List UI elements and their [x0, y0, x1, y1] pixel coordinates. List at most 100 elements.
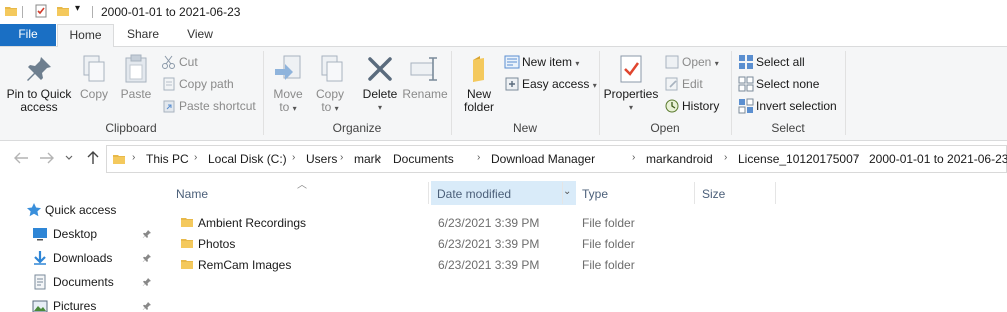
new-item-icon — [504, 55, 520, 69]
nav-desktop[interactable]: Desktop — [32, 223, 160, 245]
copy-to-icon — [321, 55, 343, 82]
open-group: Properties ▾ Open ▾ Edit History Open — [600, 47, 730, 140]
file-name: Photos — [198, 237, 236, 251]
tab-share[interactable]: Share — [115, 24, 171, 46]
paste-button[interactable]: Paste — [116, 53, 156, 101]
organize-group-label: Organize — [332, 121, 382, 135]
breadcrumb-item[interactable]: License_10120175007 — [738, 152, 859, 166]
file-name: Ambient Recordings — [198, 216, 307, 230]
properties-button[interactable]: Properties ▾ — [602, 53, 660, 114]
copy-button[interactable]: Copy — [74, 53, 114, 101]
table-row[interactable]: Ambient Recordings 6/23/2021 3:39 PM Fil… — [170, 212, 790, 233]
pin-to-quick-access-button[interactable]: Pin to Quick access — [4, 53, 74, 114]
breadcrumb-chevron-icon[interactable]: › — [292, 152, 295, 163]
move-to-button[interactable]: Move to ▾ — [268, 53, 308, 115]
forward-arrow-icon[interactable] — [38, 150, 56, 166]
column-header-size[interactable]: Size — [696, 181, 776, 205]
nav-pictures-label: Pictures — [53, 299, 97, 312]
pin-icon[interactable] — [142, 228, 152, 242]
copy-to-button[interactable]: Copy to ▾ — [310, 53, 350, 115]
nav-quick-access[interactable]: Quick access — [26, 199, 160, 221]
recent-locations-chevron-icon[interactable] — [64, 150, 74, 166]
new-group: New folder New item ▾ Easy access ▾ New — [452, 47, 598, 140]
nav-downloads-label: Downloads — [53, 251, 113, 265]
breadcrumb-chevron-icon[interactable]: › — [340, 152, 343, 163]
select-none-label: Select none — [756, 77, 820, 91]
nav-documents-label: Documents — [53, 275, 114, 289]
breadcrumb-chevron-icon[interactable]: › — [632, 152, 635, 163]
pin-icon[interactable] — [142, 252, 152, 266]
file-name: RemCam Images — [198, 258, 292, 272]
paste-label: Paste — [120, 87, 152, 101]
select-group-label: Select — [771, 121, 805, 135]
breadcrumb-item[interactable]: Download Manager — [491, 152, 595, 166]
breadcrumb-item[interactable]: 2000-01-01 to 2021-06-23 — [869, 152, 1007, 166]
tab-home[interactable]: Home — [57, 24, 114, 47]
invert-selection-icon — [738, 98, 754, 114]
pictures-icon — [32, 300, 48, 312]
breadcrumb-item[interactable]: Documents — [393, 152, 454, 166]
table-row[interactable]: RemCam Images 6/23/2021 3:39 PM File fol… — [170, 254, 790, 275]
breadcrumb-chevron-icon[interactable]: › — [194, 152, 197, 163]
tab-file[interactable]: File — [0, 24, 56, 46]
breadcrumb-item[interactable]: This PC — [146, 152, 189, 166]
column-dropdown-chevron-icon[interactable]: ⌄ — [563, 186, 571, 197]
desktop-icon — [33, 228, 47, 241]
breadcrumb-chevron-icon[interactable]: › — [855, 152, 858, 163]
select-all-icon — [739, 55, 753, 69]
column-header-name[interactable]: ︿ Name — [170, 180, 427, 205]
breadcrumb-chevron-icon[interactable]: › — [132, 152, 135, 163]
up-arrow-icon[interactable] — [84, 150, 102, 166]
rename-button[interactable]: Rename — [402, 53, 448, 101]
breadcrumb-item[interactable]: mark — [354, 152, 381, 166]
copy-path-icon — [163, 77, 175, 91]
rename-label: Rename — [402, 87, 448, 101]
table-row[interactable]: Photos 6/23/2021 3:39 PM File folder — [170, 233, 790, 254]
properties-quick-icon[interactable] — [34, 4, 48, 21]
new-folder-quick-icon[interactable] — [56, 4, 70, 21]
move-to-icon — [275, 55, 301, 80]
file-type: File folder — [582, 216, 635, 230]
file-type: File folder — [582, 237, 635, 251]
pin-icon[interactable] — [142, 300, 152, 312]
folder-icon — [181, 218, 193, 227]
navigation-pane: Quick access Desktop Downloads Documents… — [0, 176, 160, 312]
history-label: History — [682, 99, 720, 113]
nav-quick-access-label: Quick access — [45, 203, 117, 217]
breadcrumb-item[interactable]: markandroid — [646, 152, 713, 166]
column-header-date-modified[interactable]: Date modified ⌄ — [431, 181, 576, 205]
nav-pictures[interactable]: Pictures — [32, 295, 160, 312]
breadcrumb-chevron-icon[interactable]: › — [378, 152, 381, 163]
pin-icon[interactable] — [142, 276, 152, 290]
copy-path-label: Copy path — [179, 77, 234, 91]
pin-icon — [27, 57, 51, 81]
delete-button[interactable]: Delete ▾ — [358, 53, 402, 114]
nav-documents[interactable]: Documents — [32, 271, 160, 293]
paste-icon — [125, 54, 147, 83]
scissors-icon — [162, 55, 175, 69]
clipboard-group-label: Clipboard — [105, 121, 157, 135]
breadcrumb-chevron-icon[interactable]: › — [477, 152, 480, 163]
easy-access-icon — [505, 77, 519, 91]
delete-x-icon — [368, 57, 392, 81]
navigation-bar: › This PC › Local Disk (C:) › Users › mark › Docu… — [0, 141, 1007, 176]
address-bar[interactable]: › This PC › Local Disk (C:) › Users › mark › Docu… — [106, 145, 1007, 173]
breadcrumb-chevron-icon[interactable]: › — [724, 152, 727, 163]
back-arrow-icon[interactable] — [12, 150, 30, 166]
column-name-label: Name — [176, 187, 209, 201]
paste-shortcut-icon — [163, 100, 175, 113]
column-header-type[interactable]: Type — [576, 181, 694, 205]
sort-up-icon: ︿ — [297, 180, 307, 191]
tab-view[interactable]: View — [171, 24, 229, 46]
nav-desktop-label: Desktop — [53, 227, 98, 241]
breadcrumb-item[interactable]: Local Disk (C:) — [208, 152, 287, 166]
column-size-label: Size — [702, 187, 726, 201]
organize-group: Move to ▾ Copy to ▾ Delete ▾ Rename Orga… — [264, 47, 450, 140]
customize-quick-access-icon[interactable]: ▾ — [75, 3, 80, 14]
ribbon: Pin to Quick access Copy Paste Cut Copy … — [0, 46, 1007, 141]
history-icon — [665, 99, 679, 113]
nav-downloads[interactable]: Downloads — [32, 247, 160, 269]
breadcrumb-item[interactable]: Users — [306, 152, 337, 166]
new-folder-button[interactable]: New folder — [458, 53, 500, 114]
column-date-label: Date modified — [437, 187, 512, 201]
